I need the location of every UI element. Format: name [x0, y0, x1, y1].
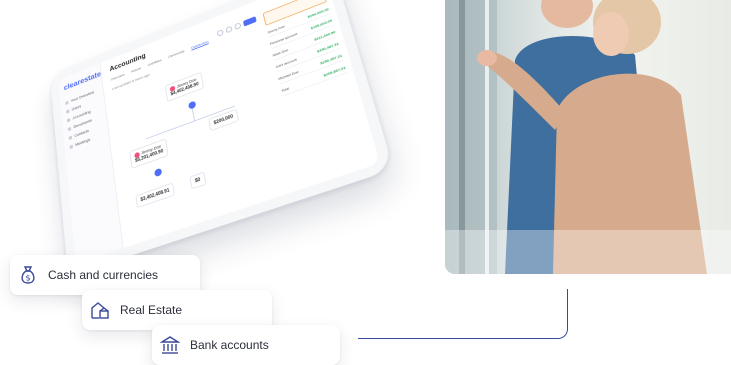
couple-photo: [445, 0, 731, 274]
tree-node[interactable]: $0: [189, 171, 207, 190]
tree-node[interactable]: Jimmy Doe $4,402,408.90: [164, 71, 205, 103]
node-value: $0: [194, 176, 201, 185]
svg-text:$: $: [25, 274, 30, 283]
card-label: Real Estate: [120, 303, 183, 317]
money-bag-icon: $: [18, 265, 38, 285]
overview-icon: [65, 100, 69, 105]
row-label: Jimmy Doe: [266, 24, 286, 35]
house-icon: [90, 300, 110, 320]
add-node-icon[interactable]: [154, 167, 163, 178]
tab-assets[interactable]: Assets: [131, 66, 142, 75]
node-value: $3,402,408.91: [140, 187, 170, 204]
documents-icon: [67, 126, 72, 131]
bank-icon: [160, 335, 180, 355]
couple-photo-illustration: [445, 0, 731, 274]
row-label: Michael Doe: [277, 69, 299, 81]
row-label: Mark Doe: [272, 47, 289, 58]
tree-node[interactable]: $3,402,408.91: [135, 182, 176, 209]
card-label: Bank accounts: [190, 338, 269, 352]
accounting-icon: [66, 117, 71, 123]
cash-and-currencies-card[interactable]: $ Cash and currencies: [10, 255, 200, 295]
tablet-mockup: clearestate Your Overview Users Accounti…: [49, 0, 394, 277]
users-icon: [66, 108, 70, 114]
bank-accounts-card[interactable]: Bank accounts: [152, 325, 340, 365]
logo-prefix: clear: [63, 77, 81, 92]
tree-connector: [191, 108, 195, 121]
sidebar-item-label: Contacts: [74, 128, 90, 138]
node-value: $200,000: [213, 113, 234, 127]
logo-suffix: estate: [79, 69, 102, 86]
row-label: Total: [280, 86, 290, 93]
tab-overview[interactable]: Overview: [111, 72, 125, 82]
connector-line: [358, 289, 568, 339]
row-amount: $200,000.00: [307, 6, 330, 19]
sidebar-item-label: Meetings: [75, 137, 91, 148]
contacts-icon: [68, 135, 73, 140]
tree-node[interactable]: $200,000: [208, 108, 239, 132]
meetings-icon: [69, 144, 74, 149]
app-content: Accounting Overview Assets Liabilities O…: [100, 0, 380, 248]
tree-node[interactable]: Jimmy Doe $5,201,400.90: [129, 138, 169, 169]
summary-panel: Jimmy Doe $200,000.00 Personal account $19…: [262, 0, 372, 180]
tablet-screen: clearestate Your Overview Users Accounti…: [58, 0, 381, 264]
sidebar-item-label: Users: [71, 103, 82, 112]
real-estate-card[interactable]: Real Estate: [82, 290, 272, 330]
tab-liabilities[interactable]: Liabilities: [147, 58, 162, 68]
app-logo: clearestate: [63, 70, 101, 92]
card-label: Cash and currencies: [48, 268, 159, 282]
